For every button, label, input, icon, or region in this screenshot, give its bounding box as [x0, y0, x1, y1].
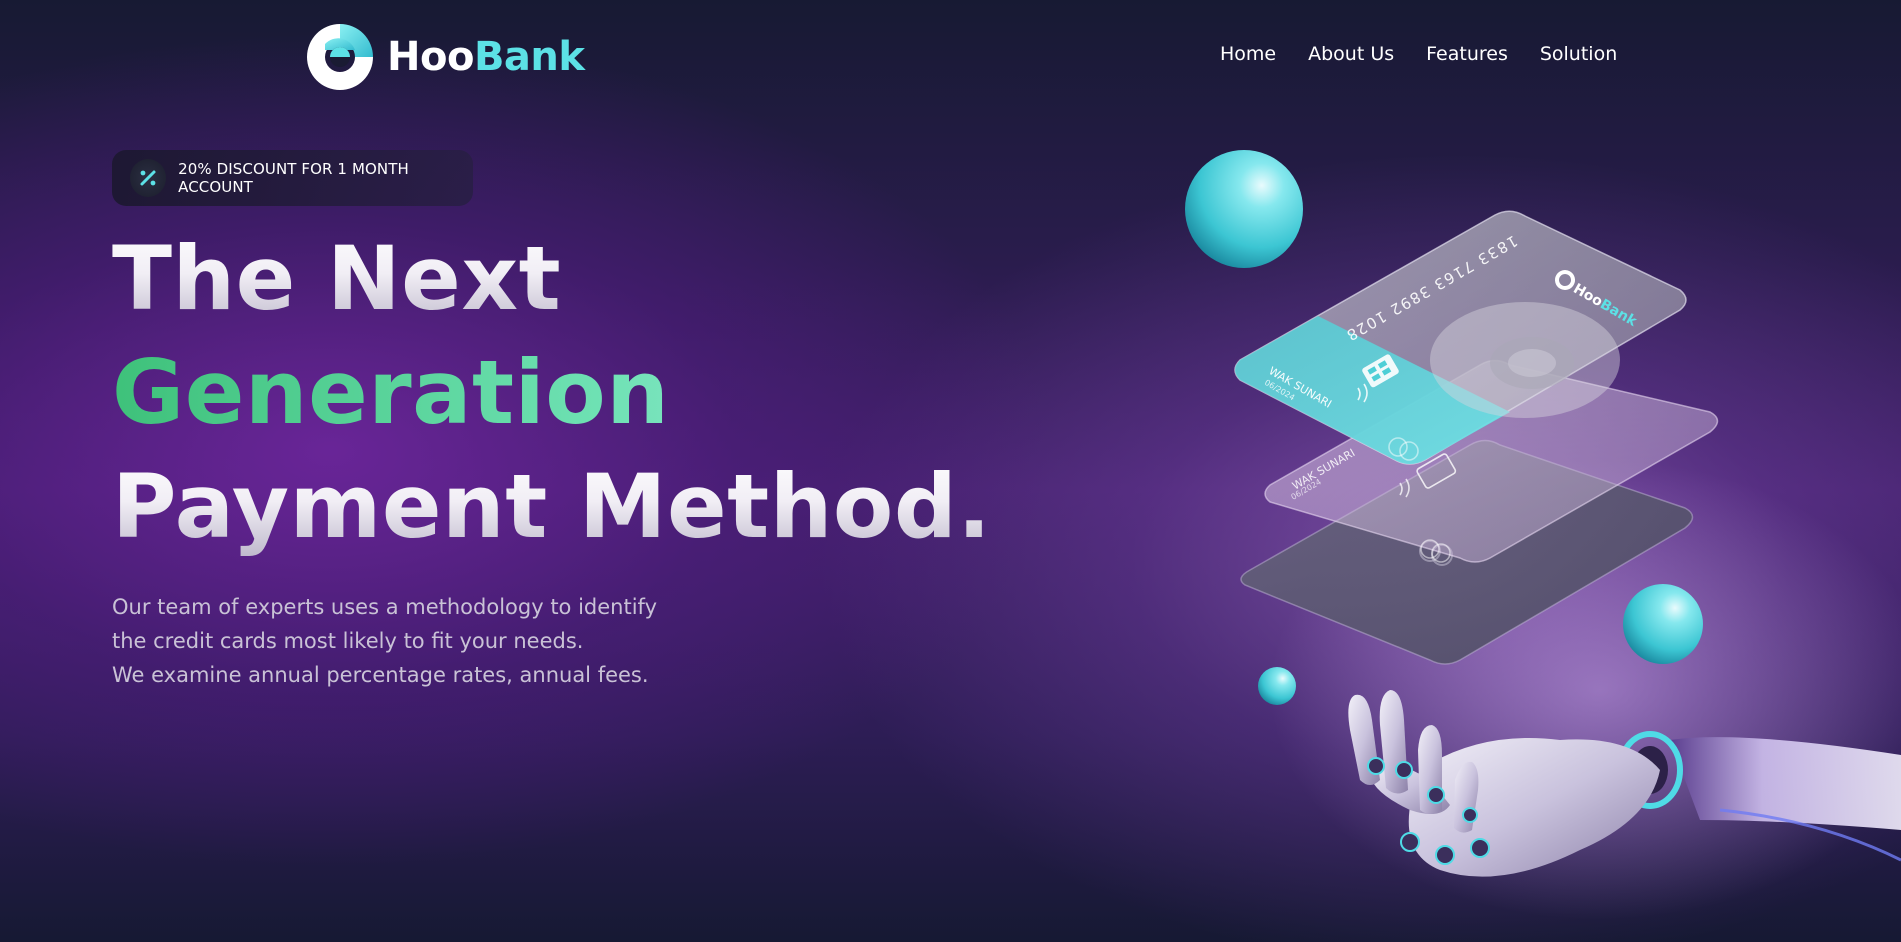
brand-name-part2: Bank: [473, 34, 585, 80]
brand-name-part1: Hoo: [387, 34, 474, 80]
nav-menu: Home About Us Features Solution: [1220, 43, 1617, 65]
headline-line-3: Payment Method.: [112, 450, 991, 564]
brand-name: HooBank: [387, 34, 585, 80]
hero-illustration: WAK SUNARI 06/2024 1833 7163 3892 1028 H…: [1180, 130, 1901, 942]
nav-item-about-us[interactable]: About Us: [1308, 43, 1394, 65]
navbar: HooBank Home About Us Features Solution: [0, 0, 1901, 110]
nav-item-features[interactable]: Features: [1426, 43, 1508, 65]
percent-icon: [130, 159, 167, 197]
headline-line-1: The Next: [112, 222, 991, 336]
teal-sphere-small: [1258, 667, 1296, 705]
cards-robot-hand-illustration: WAK SUNARI 06/2024 1833 7163 3892 1028 H…: [1185, 150, 1901, 920]
hoobank-logo[interactable]: HooBank: [303, 20, 585, 94]
hero-headline: The Next Generation Payment Method.: [112, 222, 991, 564]
hero-description-line-2: the credit cards most likely to fit your…: [112, 629, 584, 653]
nav-item-home[interactable]: Home: [1220, 43, 1276, 65]
hoobank-logo-icon: [307, 24, 373, 90]
nav-item-solution[interactable]: Solution: [1540, 43, 1617, 65]
headline-line-2: Generation: [112, 336, 991, 450]
hero-description-line-3: We examine annual percentage rates, annu…: [112, 663, 649, 687]
discount-text: 20% DISCOUNT FOR 1 MONTH ACCOUNT: [178, 160, 409, 196]
discount-badge: 20% DISCOUNT FOR 1 MONTH ACCOUNT: [112, 150, 473, 206]
hero-description-line-1: Our team of experts uses a methodology t…: [112, 595, 657, 619]
teal-sphere-right: [1623, 584, 1703, 664]
hero-description: Our team of experts uses a methodology t…: [112, 590, 732, 692]
teal-sphere-large: [1185, 150, 1303, 268]
